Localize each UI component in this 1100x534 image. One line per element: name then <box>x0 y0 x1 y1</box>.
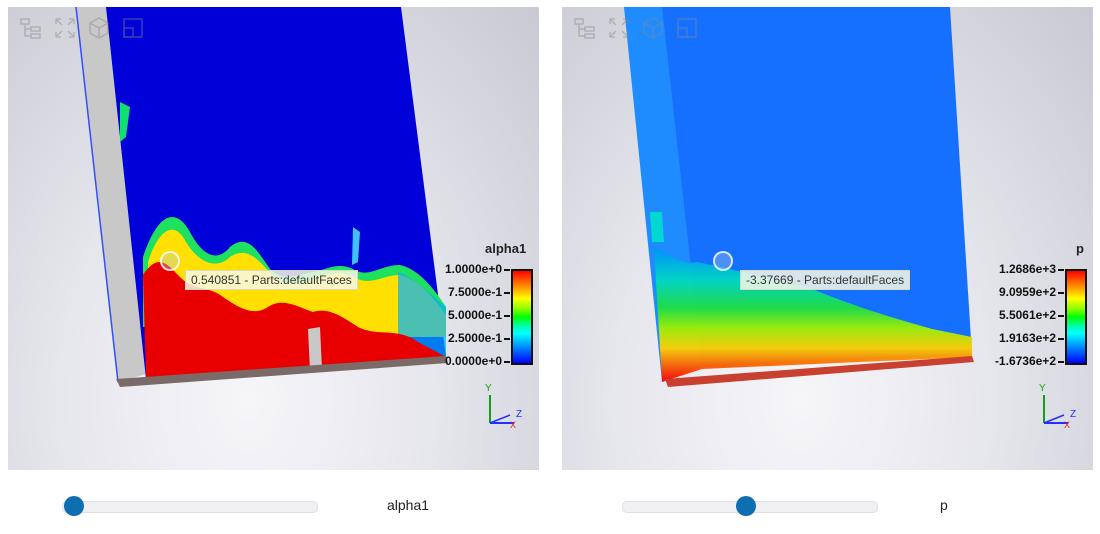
fit-view-icon[interactable] <box>604 13 634 43</box>
legend-tick: -1.6736e+2 <box>976 354 1064 368</box>
color-bar <box>1065 269 1087 365</box>
p-render[interactable] <box>562 7 1093 470</box>
axis-z-label: Z <box>1070 409 1076 420</box>
legend-tick: 5.0000e-1 <box>422 308 510 322</box>
axis-x-label: X <box>1064 420 1070 429</box>
axis-z-label: Z <box>516 409 522 420</box>
p-slider-label: p <box>940 497 948 513</box>
legend-tick: 1.0000e+0 <box>422 262 510 276</box>
legend-tick: 0.0000e+0 <box>422 354 510 368</box>
legend-tick: 5.5061e+2 <box>976 308 1064 322</box>
alpha1-viewer[interactable]: 0.540851 - Parts:defaultFaces alpha1 1.0… <box>8 7 539 470</box>
probe-tooltip: -3.37669 - Parts:defaultFaces <box>740 270 911 290</box>
tree-icon[interactable] <box>16 13 46 43</box>
viewer-toolbar <box>16 13 148 43</box>
window-icon[interactable] <box>118 13 148 43</box>
legend-tick: 1.2686e+3 <box>976 262 1064 276</box>
legend-tick: 7.5000e-1 <box>422 285 510 299</box>
slider-thumb[interactable] <box>736 496 756 516</box>
slider-thumb[interactable] <box>63 496 84 516</box>
axis-triad: Y Z X <box>1039 383 1076 429</box>
legend-tick: 9.0959e+2 <box>976 285 1064 299</box>
alpha1-slider-label: alpha1 <box>387 497 430 513</box>
legend-title: p <box>1076 241 1084 256</box>
axis-x-label: X <box>510 420 516 429</box>
axis-y-label: Y <box>485 383 492 394</box>
probe-marker[interactable] <box>713 251 733 271</box>
legend-title: alpha1 <box>485 241 527 256</box>
cube-view-icon[interactable] <box>638 13 668 43</box>
probe-tooltip: 0.540851 - Parts:defaultFaces <box>185 270 358 290</box>
cube-view-icon[interactable] <box>84 13 114 43</box>
legend-tick: 1.9163e+2 <box>976 331 1064 345</box>
p-viewer[interactable]: -3.37669 - Parts:defaultFaces p 1.2686e+… <box>562 7 1093 470</box>
tree-icon[interactable] <box>570 13 600 43</box>
probe-marker[interactable] <box>160 251 180 271</box>
viewer-toolbar <box>570 13 702 43</box>
axis-triad: Y Z X <box>485 383 522 429</box>
axis-y-label: Y <box>1039 383 1046 394</box>
p-slider[interactable] <box>622 496 878 516</box>
color-bar <box>511 269 533 365</box>
alpha1-slider[interactable] <box>62 496 318 516</box>
alpha1-render[interactable] <box>8 7 539 470</box>
fit-view-icon[interactable] <box>50 13 80 43</box>
window-icon[interactable] <box>672 13 702 43</box>
legend-tick: 2.5000e-1 <box>422 331 510 345</box>
